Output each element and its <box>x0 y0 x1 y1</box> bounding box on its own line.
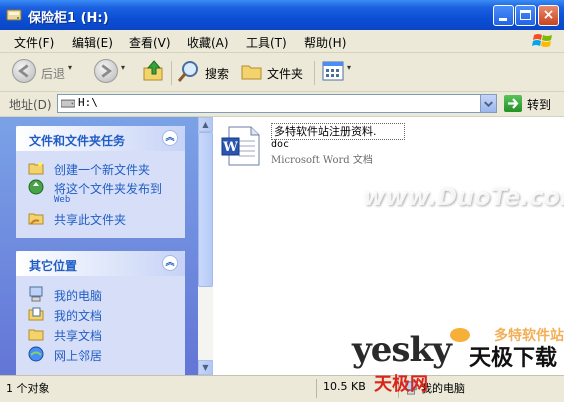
go-label[interactable]: 转到 <box>527 96 551 113</box>
drive-icon <box>6 9 22 21</box>
status-object-count: 1 个对象 <box>6 382 50 395</box>
search-button[interactable]: 搜索 <box>177 59 233 85</box>
menu-file[interactable]: 文件(F) <box>14 34 54 51</box>
menu-favorites[interactable]: 收藏(A) <box>187 34 229 51</box>
file-type: Microsoft Word 文档 <box>271 155 373 166</box>
place-label: 我的电脑 <box>54 289 103 303</box>
file-folder-tasks-header[interactable]: 文件和文件夹任务 ︽ <box>16 126 185 151</box>
title-bar[interactable]: 保险柜1 (H:) × <box>0 0 564 30</box>
folders-button[interactable]: 文件夹 <box>240 59 306 85</box>
close-icon: × <box>542 7 555 23</box>
address-label: 地址(D) <box>9 98 52 112</box>
shared-documents-icon <box>28 329 44 341</box>
logo-duote-overlay: 多特软件站 <box>494 328 564 344</box>
address-bar: 地址(D) H:\ 转到 <box>0 92 564 117</box>
address-value: H:\ <box>78 96 98 109</box>
logo-orb <box>450 328 470 342</box>
back-arrow-icon <box>12 59 36 83</box>
place-label: 网上邻居 <box>54 349 103 363</box>
toolbar-separator <box>314 61 315 85</box>
minimize-icon <box>499 18 507 21</box>
chevron-down-icon <box>484 101 493 108</box>
my-computer-icon <box>29 286 43 302</box>
logo-yesky-text: yesky <box>352 330 452 370</box>
address-dropdown-button[interactable] <box>480 95 496 112</box>
yesky-logo: yesky 天极下载 天极网 多特软件站 <box>352 328 564 401</box>
collapse-chevron-icon[interactable]: ︽ <box>162 130 178 146</box>
task-label: 共享此文件夹 <box>54 213 127 227</box>
collapse-chevron-icon[interactable]: ︽ <box>162 255 178 271</box>
network-places-icon <box>28 346 44 362</box>
task-label-continued: Web <box>54 195 71 205</box>
folders-label: 文件夹 <box>267 67 304 81</box>
folders-icon <box>241 65 262 80</box>
window-title: 保险柜1 (H:) <box>28 11 109 26</box>
my-documents-icon <box>28 307 44 321</box>
scroll-up-button[interactable]: ▲ <box>198 117 213 132</box>
address-input[interactable]: H:\ <box>57 94 497 113</box>
publish-web-icon <box>28 179 44 195</box>
new-folder-icon <box>28 162 44 175</box>
views-dropdown-icon: ▾ <box>347 63 352 72</box>
back-button[interactable]: 后退 ▾ <box>12 59 72 85</box>
menu-help[interactable]: 帮助(H) <box>304 34 346 51</box>
drive-icon <box>61 99 75 108</box>
task-pane-scrollbar[interactable]: ▲ ▼ <box>198 117 213 375</box>
views-button[interactable]: ▾ <box>321 59 355 85</box>
group-title: 其它位置 <box>29 259 78 273</box>
views-icon <box>322 61 344 81</box>
place-label: 共享文档 <box>54 329 103 343</box>
forward-button[interactable]: ▾ <box>94 59 130 85</box>
go-arrow-icon <box>508 98 519 109</box>
minimize-button[interactable] <box>493 5 514 26</box>
menu-view[interactable]: 查看(V) <box>129 34 171 51</box>
group-title: 文件和文件夹任务 <box>29 134 126 148</box>
go-button[interactable] <box>504 95 522 112</box>
svg-text:W: W <box>222 140 238 155</box>
word-document-icon: W <box>221 126 260 166</box>
task-pane: 文件和文件夹任务 ︽ 创建一个新文件夹 将这个文件夹发布到 Web 共享此文件夹… <box>0 117 198 375</box>
place-label: 我的文档 <box>54 309 103 323</box>
maximize-button[interactable] <box>515 5 536 26</box>
scroll-thumb[interactable] <box>198 132 213 287</box>
menu-bar: 文件(F) 编辑(E) 查看(V) 收藏(A) 工具(T) 帮助(H) <box>0 30 564 53</box>
other-places-header[interactable]: 其它位置 ︽ <box>16 251 185 276</box>
up-folder-icon <box>143 60 163 81</box>
task-label: 创建一个新文件夹 <box>54 163 151 177</box>
file-extension: doc <box>271 139 290 150</box>
duote-watermark: www.DuoTe.com <box>363 183 564 211</box>
search-label: 搜索 <box>205 67 230 81</box>
back-dropdown-icon: ▾ <box>68 63 73 72</box>
forward-arrow-icon <box>94 59 118 83</box>
menu-tools[interactable]: 工具(T) <box>246 34 287 51</box>
toolbar: 后退 ▾ ▾ 搜索 文件夹 ▾ <box>0 53 564 92</box>
file-name[interactable]: 多特软件站注册资料. <box>271 123 405 140</box>
up-folder-button[interactable] <box>142 59 166 85</box>
file-folder-tasks-group: 文件和文件夹任务 ︽ 创建一个新文件夹 将这个文件夹发布到 Web 共享此文件夹 <box>16 126 185 238</box>
maximize-icon <box>520 10 531 20</box>
explorer-window: 保险柜1 (H:) × 文件(F) 编辑(E) 查看(V) 收藏(A) 工具(T… <box>0 0 564 402</box>
menu-edit[interactable]: 编辑(E) <box>72 34 113 51</box>
back-label: 后退 <box>41 67 66 81</box>
scroll-down-button[interactable]: ▼ <box>198 360 213 375</box>
search-icon <box>177 61 198 82</box>
share-folder-icon <box>28 213 44 225</box>
close-button[interactable]: × <box>538 5 559 26</box>
windows-logo-icon <box>532 34 552 47</box>
forward-dropdown-icon: ▾ <box>121 63 126 72</box>
other-places-group: 其它位置 ︽ 我的电脑 我的文档 共享文档 网上邻居 <box>16 251 185 375</box>
toolbar-separator <box>171 61 172 85</box>
status-separator <box>316 379 317 398</box>
logo-tianji-net: 天极网 <box>374 374 428 395</box>
